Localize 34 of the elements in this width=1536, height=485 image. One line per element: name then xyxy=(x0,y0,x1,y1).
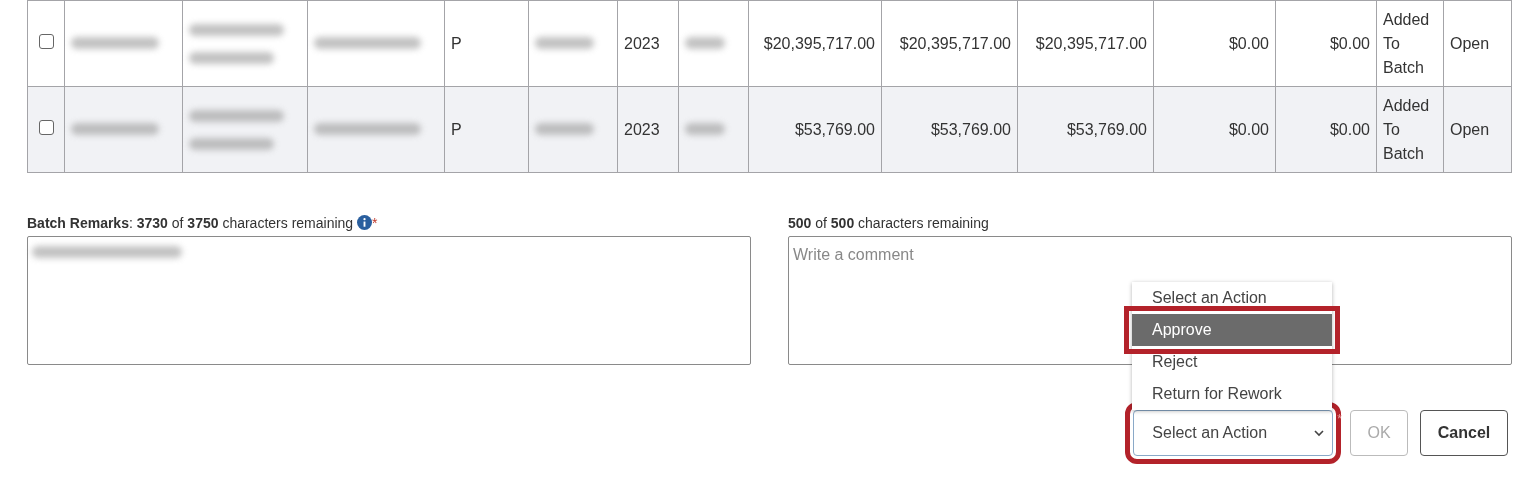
info-icon[interactable] xyxy=(357,215,372,230)
caret-icon xyxy=(1314,429,1325,437)
table-cell: P xyxy=(444,86,529,173)
table-cell: $53,769.00 xyxy=(748,86,882,173)
blurred-text xyxy=(685,36,725,49)
cancel-button[interactable]: Cancel xyxy=(1420,410,1508,456)
table-cell: $53,769.00 xyxy=(1017,86,1154,173)
blurred-text xyxy=(685,122,725,135)
required-asterisk: * xyxy=(372,215,378,231)
table-cell: Open xyxy=(1443,86,1512,173)
table-cell: $20,395,717.00 xyxy=(1017,0,1154,87)
menu-option[interactable]: Select an Action xyxy=(1132,282,1332,314)
table-cell: $0.00 xyxy=(1275,0,1377,87)
table-cell: Added To Batch xyxy=(1376,86,1444,173)
table-cell: $53,769.00 xyxy=(881,86,1018,173)
row-checkbox[interactable] xyxy=(38,119,54,135)
table-cell: $0.00 xyxy=(1153,0,1276,87)
table-cell: $0.00 xyxy=(1275,86,1377,173)
table-cell: P xyxy=(444,0,529,87)
table-cell: 2023 xyxy=(617,86,679,173)
table-cell: 2023 xyxy=(617,0,679,87)
table-cell: Added To Batch xyxy=(1376,0,1444,87)
field-label: 500 of 500 characters remaining xyxy=(788,215,989,231)
table-cell: $0.00 xyxy=(1153,86,1276,173)
menu-option[interactable]: Return for Rework xyxy=(1132,378,1332,410)
table-cell: Open xyxy=(1443,0,1512,87)
blurred-text xyxy=(535,36,594,49)
required-asterisk: * xyxy=(1337,411,1342,428)
row-checkbox[interactable] xyxy=(38,33,54,49)
field-label: Batch Remarks: 3730 of 3750 characters remaining xyxy=(27,215,354,231)
table-cell: $20,395,717.00 xyxy=(881,0,1018,87)
remarks-field[interactable] xyxy=(27,236,751,365)
table-cell: $20,395,717.00 xyxy=(748,0,882,87)
blurred-text xyxy=(535,122,594,135)
